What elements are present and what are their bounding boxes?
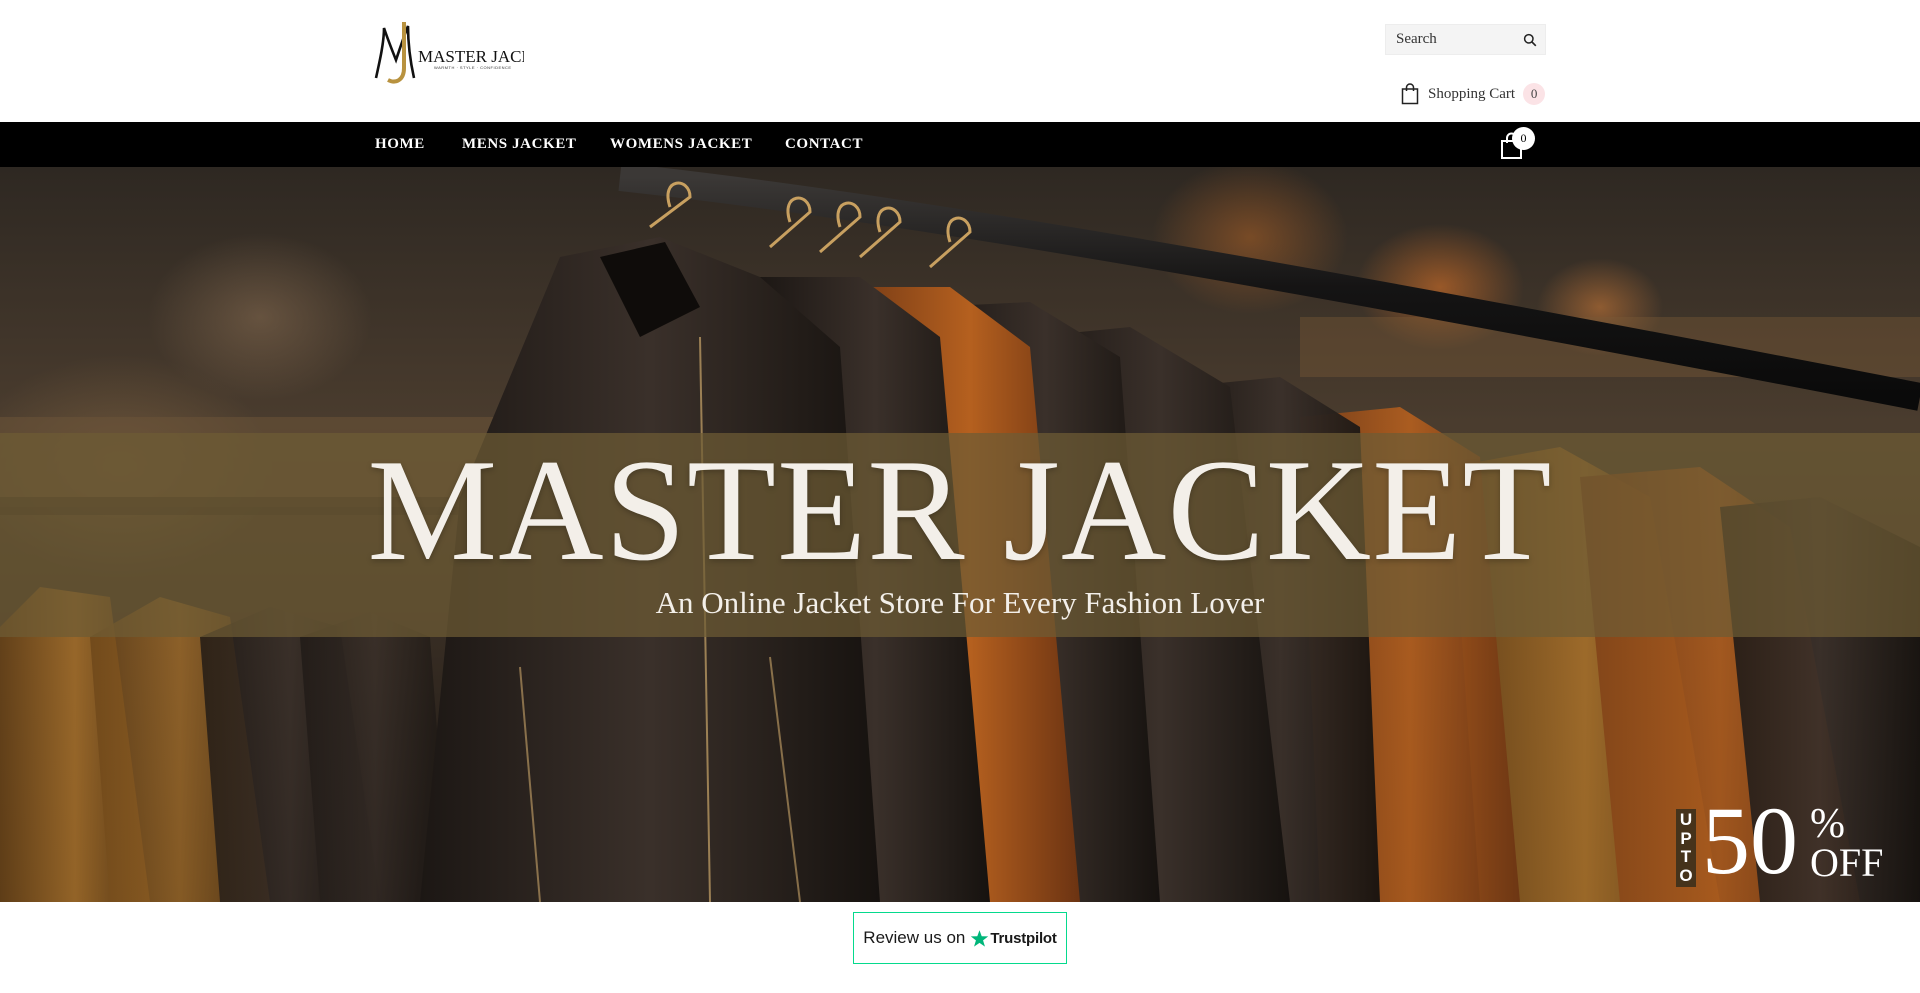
trustpilot-star-icon	[971, 929, 989, 947]
nav-item-womens-jacket[interactable]: WOMENS JACKET	[610, 122, 752, 167]
hero-subtitle: An Online Jacket Store For Every Fashion…	[655, 585, 1265, 620]
shopping-cart-label: Shopping Cart	[1428, 85, 1516, 102]
main-nav: HOME MENS JACKET WOMENS JACKET CONTACT	[0, 122, 1920, 167]
cart-count-badge: 0	[1523, 83, 1546, 105]
nav-item-mens-jacket[interactable]: MENS JACKET	[462, 122, 577, 167]
promo-upto-letter: P	[1680, 828, 1692, 848]
hero-banner[interactable]: MASTER JACKET An Online Jacket Store For…	[0, 167, 1920, 902]
promo-upto-letter: O	[1679, 865, 1693, 885]
promo-off: OFF	[1810, 840, 1884, 885]
hero-title: MASTER JACKET	[367, 429, 1553, 591]
nav-item-home[interactable]: HOME	[375, 122, 425, 167]
logo-wordmark: MASTER JACKET	[418, 47, 524, 66]
promo-upto-label: U P T O	[1676, 809, 1696, 887]
promo-upto-letter: T	[1680, 847, 1692, 867]
promo-percent: %	[1810, 801, 1845, 847]
site-logo[interactable]: MASTER JACKET WARMTH · STYLE · CONFIDENC…	[374, 20, 524, 84]
shopping-cart-link[interactable]: Shopping Cart 0	[1401, 82, 1546, 106]
trustpilot-review-button[interactable]: Review us on Trustpilot	[853, 912, 1067, 964]
promo-upto-letter: U	[1679, 810, 1693, 829]
nav-cart-count-badge: 0	[1512, 127, 1535, 150]
promo-amount: 50	[1702, 787, 1798, 894]
trustpilot-text: Review us on	[863, 928, 966, 947]
nav-item-contact[interactable]: CONTACT	[785, 122, 863, 167]
trustpilot-brand: Trustpilot	[990, 929, 1057, 947]
site-header: MASTER JACKET WARMTH · STYLE · CONFIDENC…	[0, 0, 1920, 122]
search-box	[1385, 24, 1546, 55]
search-input[interactable]	[1386, 25, 1516, 54]
search-icon[interactable]	[1523, 33, 1537, 47]
logo-tagline: WARMTH · STYLE · CONFIDENCE	[434, 65, 512, 70]
shopping-bag-icon	[1401, 83, 1419, 105]
